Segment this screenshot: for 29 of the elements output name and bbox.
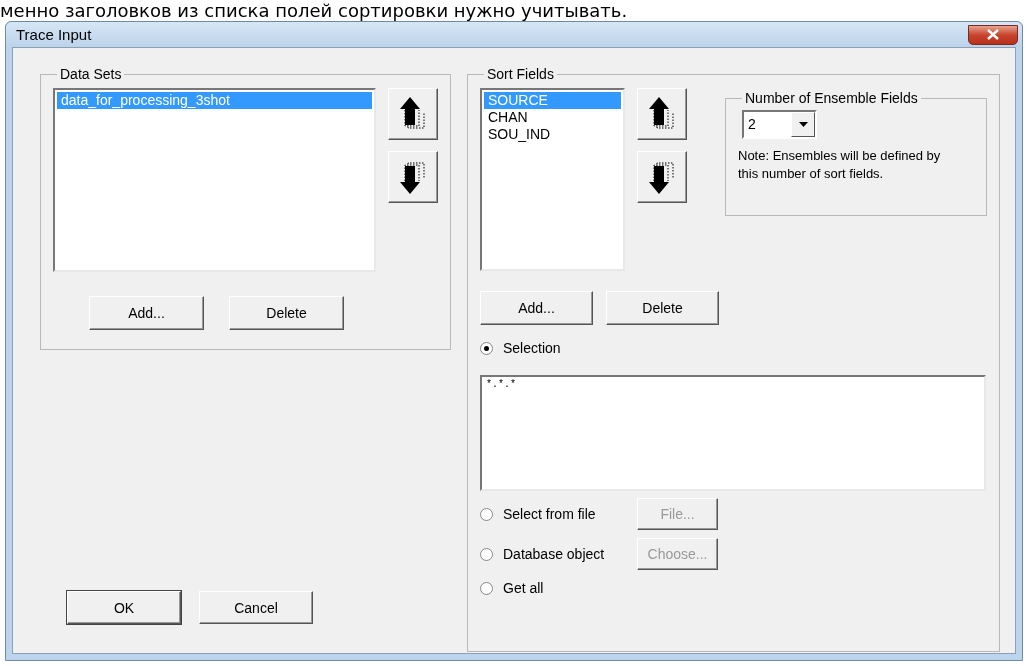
dialog-button[interactable]: Delete [606,291,719,325]
move-down-button[interactable] [388,151,438,203]
dialog-button[interactable]: Add... [89,296,204,330]
caption-text: менно заголовков из списка полей сортировки нужно учитывать. [0,0,629,21]
group-label: Data Sets [59,66,123,82]
option-label: Database object [503,546,606,562]
move-up-button[interactable] [388,88,438,140]
close-icon [987,29,999,40]
dialog-button[interactable]: Add... [480,291,593,325]
group-label: Number of Ensemble Fields [744,90,919,106]
option-label: Selection [503,340,561,356]
list-item[interactable]: CHAN [484,109,621,126]
group-label: Sort Fields [486,66,555,82]
radio-button[interactable] [480,341,493,355]
move-down-button[interactable] [637,151,687,203]
move-up-button[interactable] [637,88,687,140]
dropdown-caret-icon [798,122,808,127]
list-item[interactable]: SOU_IND [484,126,621,143]
option-label: Get all [503,580,544,596]
dialog-button[interactable]: OK [67,591,181,624]
radio-button[interactable] [480,581,493,595]
note-text: Note: Ensembles will be defined by this number of sort fields. [738,147,942,183]
ensemble-count-dropdown[interactable]: 2 [742,110,817,139]
window-title: Trace Input [16,26,92,43]
option-label: Select from file [503,506,597,522]
dialog-button[interactable]: Delete [229,296,344,330]
dialog-button[interactable]: Cancel [199,591,313,624]
close-button[interactable] [968,24,1018,45]
selection-text-area[interactable]: *.*.* [480,375,986,491]
